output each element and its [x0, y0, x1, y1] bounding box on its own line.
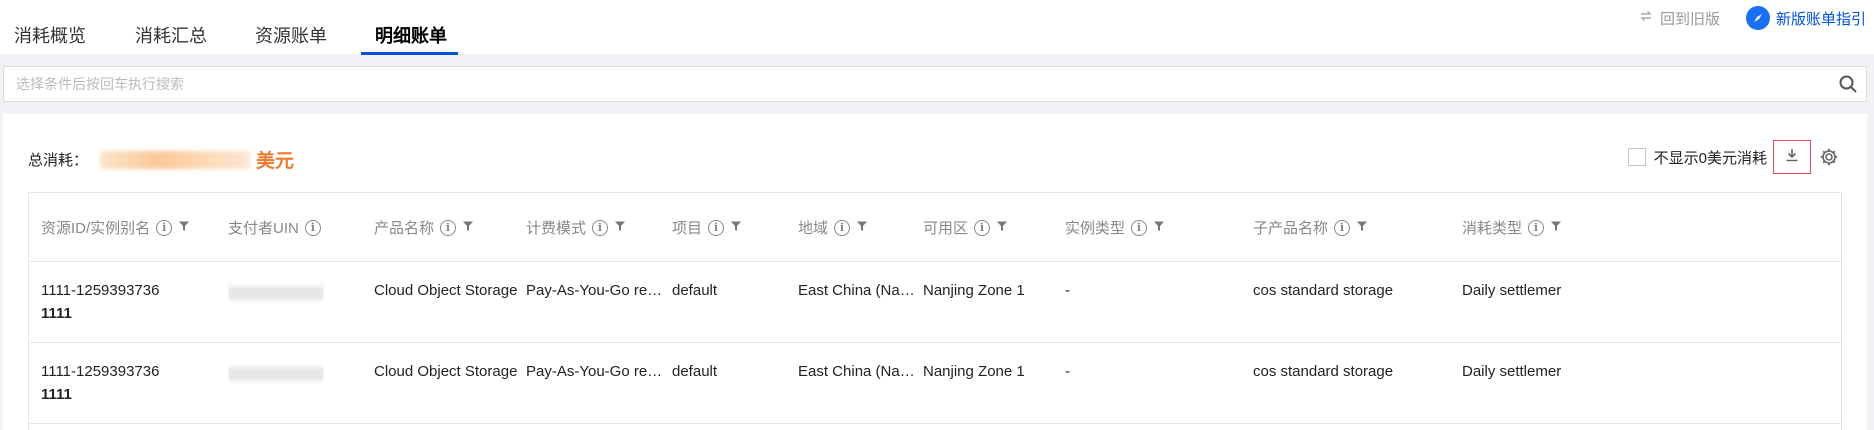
- column-header-product-name: 产品名称 i: [374, 217, 474, 238]
- info-icon[interactable]: i: [974, 219, 991, 236]
- resource-id: 1111-1259393736: [41, 282, 160, 299]
- cell-resource-id: 1111-1259393736 1111: [41, 282, 159, 322]
- table-header: 资源ID/实例别名 i 支付者UIN i 产品名称 i 计费模式 i 项目 i: [29, 193, 1841, 262]
- resource-id: 1111-1259393736: [41, 363, 160, 380]
- filter-icon[interactable]: [996, 219, 1008, 236]
- filter-icon[interactable]: [1550, 219, 1562, 236]
- filter-icon[interactable]: [614, 219, 626, 236]
- instance-alias: 1111: [41, 386, 72, 403]
- info-icon[interactable]: i: [440, 219, 457, 236]
- cell-payer-uin-redacted: [228, 363, 324, 385]
- back-to-old-version-link[interactable]: 回到旧版: [1638, 8, 1720, 29]
- table-toolbar: 不显示0美元消耗: [1627, 140, 1839, 174]
- active-tab-indicator: [361, 52, 458, 55]
- cell-instance-type: -: [1065, 363, 1070, 380]
- cell-product-name: Cloud Object Storage: [374, 282, 518, 299]
- column-label: 地域: [798, 220, 829, 237]
- column-label: 资源ID/实例别名: [41, 220, 151, 237]
- cell-billing-mode: Pay-As-You-Go res…: [526, 282, 666, 299]
- cell-sub-product: cos standard storage: [1253, 363, 1394, 380]
- new-bill-guide-link[interactable]: 新版账单指引: [1745, 6, 1866, 30]
- filter-icon[interactable]: [730, 219, 742, 236]
- table-row[interactable]: 1111-1259393736 1111 Cloud Object Storag…: [29, 343, 1841, 424]
- cell-zone: Nanjing Zone 1: [923, 363, 1025, 380]
- column-header-consumption-type: 消耗类型 i: [1462, 217, 1562, 238]
- guide-label: 新版账单指引: [1775, 10, 1866, 28]
- tab-consumption-summary[interactable]: 消耗汇总: [135, 22, 207, 48]
- instance-alias: 1111: [41, 305, 72, 322]
- search-input[interactable]: [16, 67, 1816, 101]
- info-icon[interactable]: i: [304, 219, 321, 236]
- cell-product-name: Cloud Object Storage: [374, 363, 518, 380]
- cell-project: default: [672, 282, 718, 299]
- hide-zero-label: 不显示0美元消耗: [1653, 149, 1767, 167]
- column-label: 项目: [672, 220, 703, 237]
- filter-icon[interactable]: [1356, 219, 1368, 236]
- total-consumption-unit: 美元: [256, 151, 295, 172]
- bill-detail-panel: 总消耗： 美元 不显示0美元消耗 资源ID/实例别名 i 支付者UIN i 产品…: [3, 114, 1867, 430]
- tab-detail-bill[interactable]: 明细账单: [375, 22, 447, 48]
- column-label: 子产品名称: [1253, 220, 1329, 237]
- cell-zone: Nanjing Zone 1: [923, 282, 1025, 299]
- cell-region: East China (Na…: [798, 363, 915, 380]
- compass-icon: [1745, 6, 1770, 30]
- filter-icon[interactable]: [178, 219, 190, 236]
- info-icon[interactable]: i: [1334, 219, 1351, 236]
- column-header-instance-type: 实例类型 i: [1065, 217, 1165, 238]
- column-header-sub-product: 子产品名称 i: [1253, 217, 1368, 238]
- tab-consumption-overview[interactable]: 消耗概览: [14, 22, 86, 48]
- column-label: 计费模式: [526, 220, 587, 237]
- column-header-resource-id: 资源ID/实例别名 i: [41, 217, 190, 238]
- info-icon[interactable]: i: [1131, 219, 1148, 236]
- cell-instance-type: -: [1065, 282, 1070, 299]
- tab-resource-bill[interactable]: 资源账单: [255, 22, 327, 48]
- filter-icon[interactable]: [462, 219, 474, 236]
- download-button[interactable]: [1773, 140, 1811, 174]
- column-header-project: 项目 i: [672, 217, 742, 238]
- info-icon[interactable]: i: [1528, 219, 1545, 236]
- search-icon[interactable]: [1838, 74, 1858, 99]
- cell-consumption-type: Daily settlemer: [1462, 282, 1562, 299]
- cell-sub-product: cos standard storage: [1253, 282, 1394, 299]
- info-icon[interactable]: i: [708, 219, 725, 236]
- search-bar: [3, 66, 1867, 102]
- bill-detail-table: 资源ID/实例别名 i 支付者UIN i 产品名称 i 计费模式 i 项目 i: [28, 192, 1842, 430]
- column-label: 实例类型: [1065, 220, 1126, 237]
- info-icon[interactable]: i: [156, 219, 173, 236]
- cell-region: East China (Na…: [798, 282, 915, 299]
- total-consumption: 总消耗： 美元: [28, 146, 294, 173]
- cell-project: default: [672, 363, 718, 380]
- gear-icon[interactable]: [1819, 147, 1839, 167]
- column-header-payer-uin: 支付者UIN i: [228, 217, 321, 238]
- hide-zero-checkbox[interactable]: [1627, 148, 1646, 166]
- top-tab-bar: 消耗概览 消耗汇总 资源账单 明细账单 回到旧版 新版账单指引: [0, 0, 1874, 55]
- switch-icon: [1638, 8, 1654, 28]
- total-consumption-value-redacted: [100, 150, 251, 169]
- header-actions: 回到旧版 新版账单指引: [1638, 4, 1866, 32]
- cell-resource-id: 1111-1259393736 1111: [41, 363, 159, 403]
- column-label: 消耗类型: [1462, 220, 1523, 237]
- column-header-billing-mode: 计费模式 i: [526, 217, 626, 238]
- filter-icon[interactable]: [856, 219, 868, 236]
- column-label: 支付者UIN: [228, 220, 299, 237]
- column-header-region: 地域 i: [798, 217, 868, 238]
- filter-icon[interactable]: [1153, 219, 1165, 236]
- old-version-label: 回到旧版: [1659, 10, 1720, 28]
- total-consumption-label: 总消耗：: [28, 152, 89, 169]
- info-icon[interactable]: i: [592, 219, 609, 236]
- table-row[interactable]: 1111-1259393736 1111 Cloud Object Storag…: [29, 262, 1841, 343]
- cell-payer-uin-redacted: [228, 282, 324, 304]
- cell-billing-mode: Pay-As-You-Go res…: [526, 363, 666, 380]
- cell-consumption-type: Daily settlemer: [1462, 363, 1562, 380]
- column-header-zone: 可用区 i: [923, 217, 1008, 238]
- info-icon[interactable]: i: [834, 219, 851, 236]
- column-label: 产品名称: [374, 220, 435, 237]
- column-label: 可用区: [923, 220, 969, 237]
- download-icon: [1784, 147, 1800, 167]
